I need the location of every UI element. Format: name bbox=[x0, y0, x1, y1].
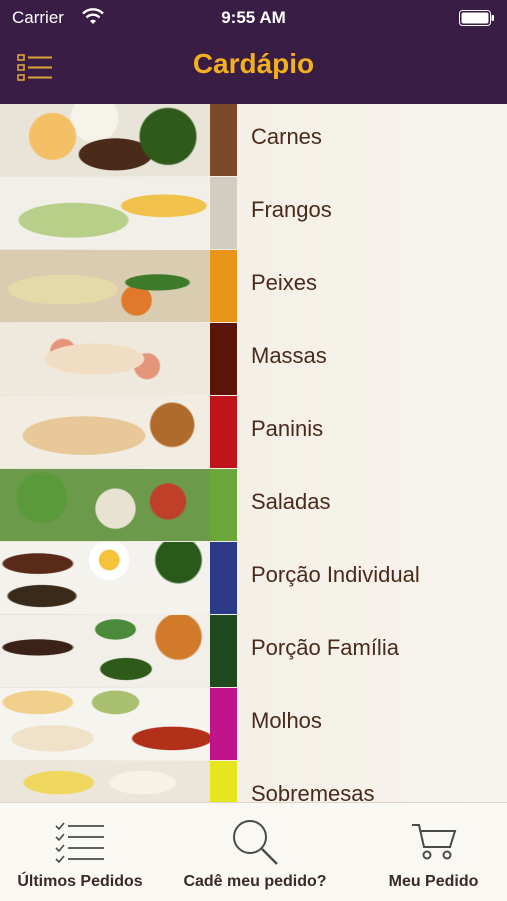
category-photo bbox=[0, 688, 210, 760]
category-color-bar bbox=[210, 761, 237, 802]
category-photo bbox=[0, 250, 210, 322]
page-title: Cardápio bbox=[192, 48, 315, 79]
category-color-bar bbox=[210, 177, 237, 249]
tab-meu-pedido[interactable]: Meu Pedido bbox=[360, 803, 507, 901]
tab-label: Cadê meu pedido? bbox=[183, 873, 327, 890]
category-label: Porção Individual bbox=[251, 562, 420, 587]
tab-cade-meu-pedido[interactable]: Cadê meu pedido? bbox=[165, 803, 345, 901]
category-row-sobremesas[interactable]: Sobremesas bbox=[0, 761, 507, 802]
category-color-bar bbox=[210, 542, 237, 614]
category-label: Carnes bbox=[251, 124, 322, 149]
category-label: Porção Família bbox=[251, 635, 399, 660]
status-bar: Carrier 9:55 AM bbox=[0, 0, 507, 36]
category-color-bar bbox=[210, 323, 237, 395]
tab-label: Meu Pedido bbox=[388, 873, 479, 890]
category-row-peixes[interactable]: Peixes bbox=[0, 250, 507, 324]
clock: 9:55 AM bbox=[221, 8, 286, 27]
category-label: Saladas bbox=[251, 489, 331, 514]
category-photo bbox=[0, 615, 210, 687]
category-row-frangos[interactable]: Frangos bbox=[0, 177, 507, 251]
category-color-bar bbox=[210, 615, 237, 687]
category-photo bbox=[0, 177, 210, 249]
category-row-molhos[interactable]: Molhos bbox=[0, 688, 507, 762]
category-photo bbox=[0, 396, 210, 468]
tab-label: Últimos Pedidos bbox=[17, 873, 143, 890]
category-label: Massas bbox=[251, 343, 327, 368]
category-row-saladas[interactable]: Saladas bbox=[0, 469, 507, 543]
category-photo bbox=[0, 469, 210, 541]
category-row-massas[interactable]: Massas bbox=[0, 323, 507, 397]
category-color-bar bbox=[210, 688, 237, 760]
category-list: Carnes Frangos Peixes Massas Paninis Sal… bbox=[0, 104, 507, 802]
category-label: Frangos bbox=[251, 197, 332, 222]
category-color-bar bbox=[210, 396, 237, 468]
tab-bar: Últimos Pedidos Cadê meu pedido? Meu Ped… bbox=[0, 802, 507, 901]
category-row-porcao-individual[interactable]: Porção Individual bbox=[0, 542, 507, 616]
category-color-bar bbox=[210, 250, 237, 322]
category-row-carnes[interactable]: Carnes bbox=[0, 104, 507, 178]
cart-icon bbox=[411, 824, 456, 860]
category-color-bar bbox=[210, 104, 237, 176]
category-label: Sobremesas bbox=[251, 781, 375, 802]
category-color-bar bbox=[210, 469, 237, 541]
navigation-bar: Carrier 9:55 AM Cardápio bbox=[0, 0, 507, 104]
checklist-icon bbox=[55, 822, 104, 863]
category-row-porcao-familia[interactable]: Porção Família bbox=[0, 615, 507, 689]
category-photo bbox=[0, 542, 210, 614]
category-label: Molhos bbox=[251, 708, 322, 733]
category-row-paninis[interactable]: Paninis bbox=[0, 396, 507, 470]
category-label: Peixes bbox=[251, 270, 318, 295]
category-photo bbox=[0, 104, 210, 176]
category-photo bbox=[0, 761, 210, 802]
tab-ultimos-pedidos[interactable]: Últimos Pedidos bbox=[0, 803, 160, 901]
category-label: Paninis bbox=[251, 416, 324, 441]
battery-icon bbox=[459, 10, 494, 26]
category-photo bbox=[0, 323, 210, 395]
search-icon bbox=[233, 820, 278, 865]
